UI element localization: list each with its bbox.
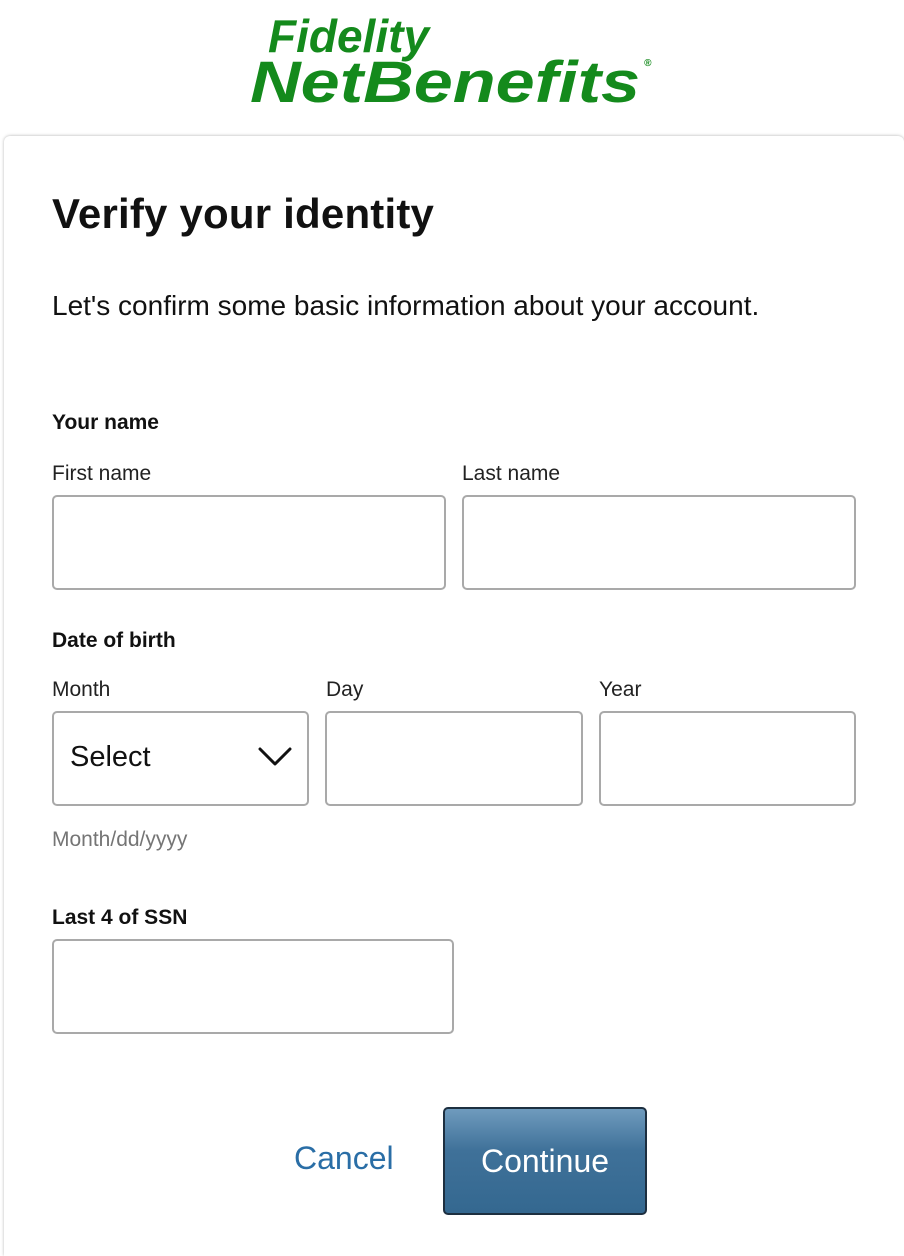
logo-wordmark: Fidelity NetBenefits ® xyxy=(250,10,652,106)
your-name-label: Your name xyxy=(52,411,159,434)
first-name-label: First name xyxy=(52,462,152,485)
intro-text: Let's confirm some basic information abo… xyxy=(52,290,760,321)
fidelity-netbenefits-logo: Fidelity NetBenefits ® xyxy=(0,0,904,110)
day-input[interactable] xyxy=(325,711,583,806)
verify-identity-card: Verify your identity Let's confirm some … xyxy=(4,136,904,1256)
logo-line-netbenefits: NetBenefits xyxy=(250,50,640,106)
month-label: Month xyxy=(52,678,111,701)
page-title: Verify your identity xyxy=(52,190,435,237)
date-of-birth-label: Date of birth xyxy=(52,629,176,652)
first-name-input[interactable] xyxy=(52,495,446,590)
chevron-down-icon xyxy=(257,745,293,774)
ssn-label: Last 4 of SSN xyxy=(52,906,188,929)
ssn-last4-input[interactable] xyxy=(52,939,454,1034)
day-label: Day xyxy=(326,678,364,701)
month-select-value: Select xyxy=(70,741,151,773)
year-input[interactable] xyxy=(599,711,856,806)
cancel-link[interactable]: Cancel xyxy=(294,1140,394,1177)
last-name-input[interactable] xyxy=(462,495,856,590)
last-name-label: Last name xyxy=(462,462,561,485)
registered-mark: ® xyxy=(644,58,652,69)
month-select[interactable]: Select xyxy=(52,711,309,806)
year-label: Year xyxy=(599,678,642,701)
continue-button[interactable]: Continue xyxy=(443,1107,647,1215)
date-format-hint: Month/dd/yyyy xyxy=(52,828,188,851)
